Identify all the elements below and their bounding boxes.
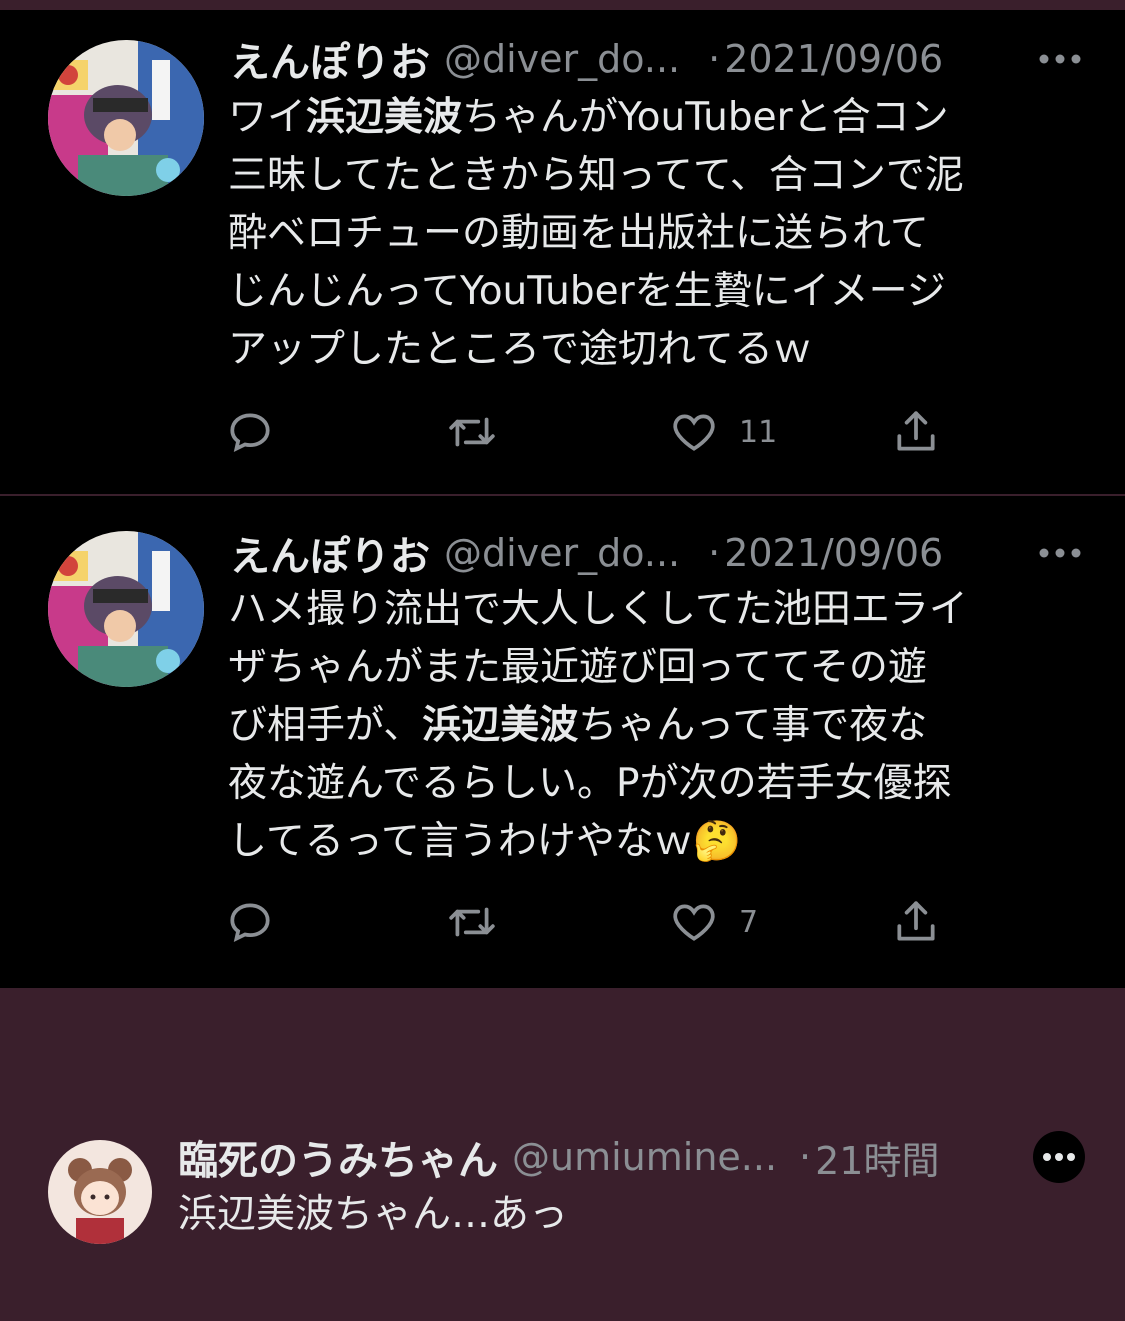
separator-dot: · xyxy=(799,1135,812,1179)
more-horizontal-icon[interactable] xyxy=(1035,34,1085,84)
tweet-line: び相手が、浜辺美波ちゃんって事で夜な xyxy=(228,697,1088,755)
user-handle[interactable]: @umiumine... xyxy=(512,1135,777,1179)
tweet-text: 浜辺美波ちゃん…あっ xyxy=(178,1192,569,1237)
retweet-icon xyxy=(449,907,495,937)
reply-tweet[interactable]: 臨死のうみちゃん @umiumine... · 21時間 浜辺美波ちゃん…あっ xyxy=(0,1110,1125,1260)
display-name[interactable]: 臨死のうみちゃん xyxy=(178,1128,498,1186)
highlight-text: 浜辺美波 xyxy=(306,95,463,140)
separator-dot: · xyxy=(708,531,721,575)
tweet-text: ハメ撮り流出で大人しくしてた池田エライ ザちゃんがまた最近遊び回っててその遊 び… xyxy=(228,581,1088,871)
highlight-text: 浜辺美波 xyxy=(422,703,579,748)
share-button[interactable] xyxy=(891,892,941,952)
more-horizontal-icon[interactable] xyxy=(1033,1131,1085,1183)
reply-button[interactable] xyxy=(225,892,275,952)
tweet-header: えんぽりお @diver_do... · 2021/09/06 xyxy=(230,528,1085,580)
tweet-card[interactable]: えんぽりお @diver_do... · 2021/09/06 ワイ浜辺美波ちゃ… xyxy=(0,10,1125,494)
avatar[interactable] xyxy=(48,1140,152,1244)
heart-icon xyxy=(673,904,715,941)
share-icon xyxy=(897,411,935,451)
heart-icon xyxy=(673,414,715,451)
text-span: び相手が、 xyxy=(228,703,423,748)
like-button[interactable]: 7 xyxy=(669,892,758,952)
tweet-header: えんぽりお @diver_do... · 2021/09/06 xyxy=(230,34,1085,86)
more-horizontal-icon[interactable] xyxy=(1035,528,1085,578)
tweet-line: 三昧してたときから知ってて、合コンで泥 xyxy=(228,153,964,198)
tweet-date[interactable]: 2021/09/06 xyxy=(724,37,943,81)
user-handle[interactable]: @diver_do... xyxy=(444,531,680,575)
retweet-button[interactable] xyxy=(447,402,497,462)
display-name[interactable]: えんぽりお xyxy=(230,30,430,88)
tweet-line: アップしたところで途切れてるｗ xyxy=(228,327,812,372)
tweet-line: じんじんってYouTuberを生贄にイメージ xyxy=(228,269,946,314)
tweet-actions: 11 xyxy=(225,402,945,462)
user-handle[interactable]: @diver_do... xyxy=(444,37,680,81)
tweet-line: ザちゃんがまた最近遊び回っててその遊 xyxy=(228,645,927,690)
tweet-line: してるって言うわけやなｗ🤔 xyxy=(228,819,742,864)
tweet-text: ワイ浜辺美波ちゃんがYouTuberと合コン 三昧してたときから知ってて、合コン… xyxy=(228,89,1088,379)
reply-button[interactable] xyxy=(225,402,275,462)
like-button[interactable]: 11 xyxy=(669,402,777,462)
tweet-line: 夜な遊んでるらしい。Pが次の若手女優探 xyxy=(228,761,952,806)
retweet-button[interactable] xyxy=(447,892,497,952)
share-button[interactable] xyxy=(891,402,941,462)
retweet-icon xyxy=(449,417,495,447)
display-name[interactable]: えんぽりお xyxy=(230,524,430,582)
text-span: ちゃんがYouTuberと合コン xyxy=(462,95,949,140)
tweet-date[interactable]: 2021/09/06 xyxy=(724,531,943,575)
separator-dot: · xyxy=(708,37,721,81)
reply-icon xyxy=(230,903,270,943)
tweet-line: ワイ浜辺美波ちゃんがYouTuberと合コン xyxy=(228,89,1088,147)
like-count: 7 xyxy=(739,904,759,940)
tweet-line: 酔ベロチューの動画を出版社に送られて xyxy=(228,211,929,256)
text-span: ちゃんって事で夜な xyxy=(578,703,928,748)
avatar[interactable] xyxy=(48,531,204,687)
tweet-time[interactable]: 21時間 xyxy=(815,1130,939,1185)
reply-icon xyxy=(230,413,270,453)
like-count: 11 xyxy=(739,414,778,450)
avatar[interactable] xyxy=(48,40,204,196)
tweet-actions: 7 xyxy=(225,892,945,952)
tweet-card[interactable]: えんぽりお @diver_do... · 2021/09/06 ハメ撮り流出で大… xyxy=(0,496,1125,988)
tweet-header: 臨死のうみちゃん @umiumine... · 21時間 xyxy=(178,1130,1085,1185)
share-icon xyxy=(897,901,935,941)
text-span: ワイ xyxy=(228,95,307,140)
tweet-line: ハメ撮り流出で大人しくしてた池田エライ xyxy=(228,587,968,632)
